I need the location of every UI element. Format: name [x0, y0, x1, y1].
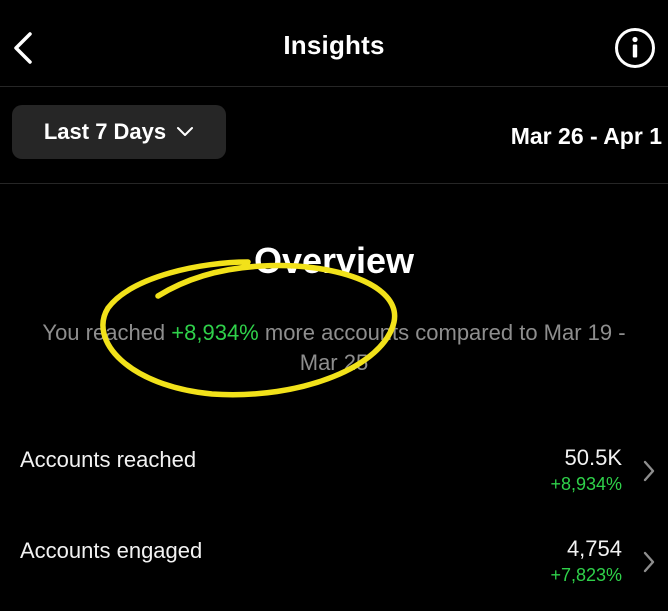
date-range-text: Mar 26 - Apr 1: [510, 123, 662, 149]
page-title: Insights: [283, 30, 385, 60]
metric-row-accounts-engaged[interactable]: Accounts engaged 4,754 +7,823%: [0, 528, 668, 608]
overview-summary: You reached +8,934% more accounts compar…: [30, 318, 638, 378]
date-range-dropdown-label: Last 7 Days: [43, 119, 167, 144]
chevron-down-icon: [177, 127, 194, 136]
overview-title: Overview: [253, 240, 415, 281]
chevron-right-icon: [643, 551, 655, 573]
metric-label: Accounts engaged: [20, 538, 203, 563]
top-bar: Insights: [0, 0, 668, 87]
info-icon[interactable]: [613, 26, 657, 70]
overview-summary-highlight: +8,934%: [171, 320, 259, 345]
date-range-dropdown[interactable]: Last 7 Days: [12, 105, 226, 159]
metric-value: 4,754: [566, 536, 622, 561]
metric-row-accounts-reached[interactable]: Accounts reached 50.5K +8,934%: [0, 437, 668, 517]
metric-value: 50.5K: [564, 445, 623, 470]
metric-label: Accounts reached: [20, 447, 197, 472]
metric-change: +8,934%: [550, 474, 622, 494]
overview-summary-prefix: You reached: [42, 320, 172, 345]
overview-summary-suffix: more accounts compared to Mar 19 - Mar 2…: [258, 320, 626, 375]
filter-bar: Last 7 Days Mar 26 - Apr 1: [0, 87, 668, 184]
chevron-right-icon: [643, 460, 655, 482]
metric-change: +7,823%: [550, 565, 622, 585]
